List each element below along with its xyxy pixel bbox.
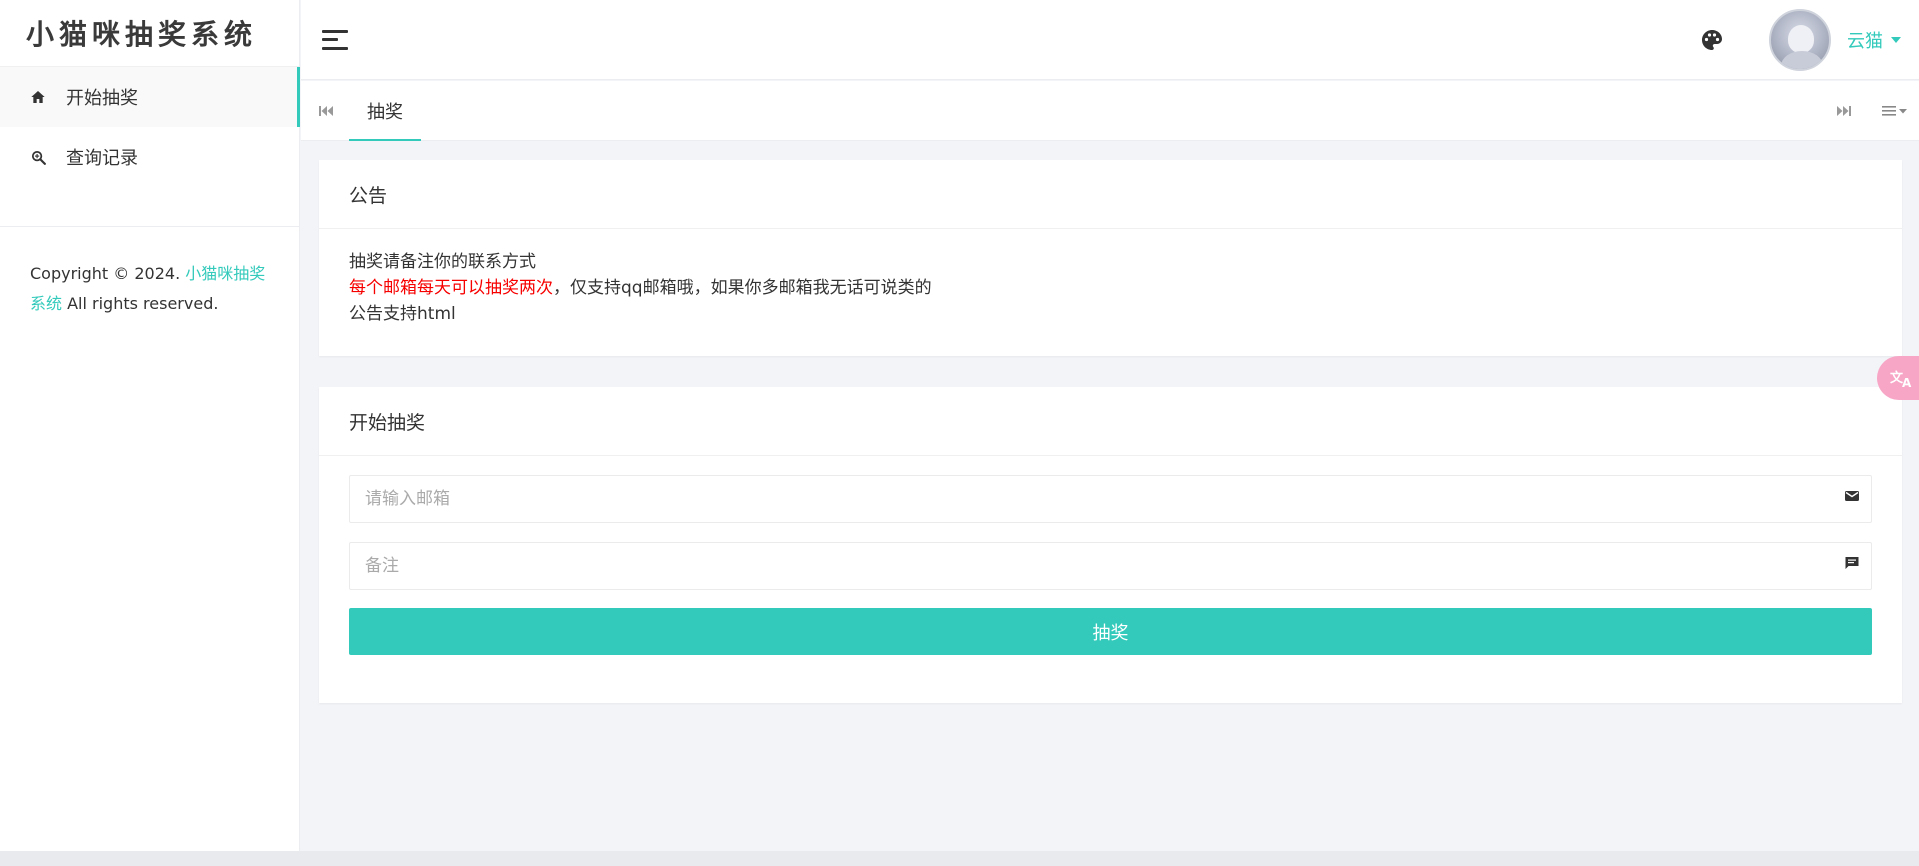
notice-body: 抽奖请备注你的联系方式 每个邮箱每天可以抽奖两次，仅支持qq邮箱哦，如果你多邮箱… [319,229,1902,327]
sidebar-menu: 开始抽奖 查询记录 [0,67,300,187]
comment-icon [1844,555,1860,571]
note-input[interactable] [349,542,1872,590]
note-field-wrap [349,542,1872,590]
notice-card: 公告 抽奖请备注你的联系方式 每个邮箱每天可以抽奖两次，仅支持qq邮箱哦，如果你… [319,160,1902,356]
avatar[interactable] [1769,8,1831,71]
notice-line-2-rest: ，仅支持qq邮箱哦，如果你多邮箱我无话可说类的 [553,278,932,298]
username[interactable]: 云猫 [1847,27,1883,53]
sidebar: 小猫咪抽奖系统 开始抽奖 查询记录 Copyright © 2024. 小猫咪抽… [0,0,300,851]
copyright-suffix: All rights reserved. [67,294,219,313]
logo-text: 小猫咪抽奖系统 [26,18,258,51]
lottery-form: 抽奖 [319,456,1902,655]
translate-icon[interactable]: 文A [1877,356,1919,400]
notice-line-3: 公告支持html [349,304,456,324]
mail-icon [1844,488,1860,504]
copyright-prefix: Copyright © 2024. [30,264,181,283]
lottery-title: 开始抽奖 [319,387,1902,456]
palette-icon[interactable] [1700,28,1724,52]
top-header: 云猫 [301,0,1919,80]
search-record-icon [28,147,48,167]
sidebar-item-query-records[interactable]: 查询记录 [0,127,299,187]
hamburger-icon[interactable] [322,29,348,50]
tabs-bar: 抽奖 [301,81,1919,141]
sidebar-item-label: 查询记录 [66,148,138,169]
sidebar-item-label: 开始抽奖 [66,88,138,109]
logo[interactable]: 小猫咪抽奖系统 [0,0,299,67]
email-field-wrap [349,475,1872,523]
tabs-right [1819,81,1919,140]
tab-menu-icon[interactable] [1869,81,1919,141]
svg-text:A: A [1902,376,1912,389]
bottom-strip [0,851,1919,866]
notice-line-1: 抽奖请备注你的联系方式 [349,252,536,272]
header-right: 云猫 [1700,0,1919,79]
skip-forward-icon[interactable] [1819,81,1869,141]
home-icon [28,87,48,107]
notice-title: 公告 [319,160,1902,229]
lottery-card: 开始抽奖 抽奖 [319,387,1902,703]
lottery-submit-button[interactable]: 抽奖 [349,608,1872,655]
notice-highlight: 每个邮箱每天可以抽奖两次 [349,278,553,298]
chevron-down-icon[interactable] [1891,36,1901,43]
email-input[interactable] [349,475,1872,523]
tab-label: 抽奖 [367,101,403,123]
sidebar-item-start-lottery[interactable]: 开始抽奖 [0,67,300,127]
tab-lottery[interactable]: 抽奖 [349,81,421,141]
notice-line-2: 每个邮箱每天可以抽奖两次，仅支持qq邮箱哦，如果你多邮箱我无话可说类的 [349,275,1872,301]
skip-backward-icon[interactable] [301,81,351,141]
copyright: Copyright © 2024. 小猫咪抽奖系统 All rights res… [0,227,299,319]
